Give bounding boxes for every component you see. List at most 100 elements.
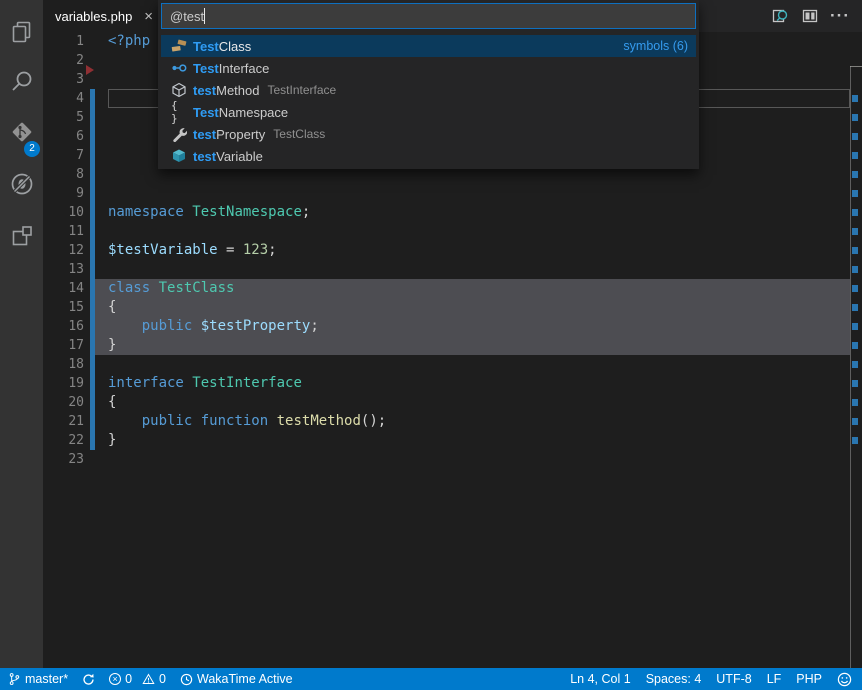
- search-icon: [8, 68, 36, 101]
- overview-ruler[interactable]: [850, 32, 862, 668]
- line-number[interactable]: 20: [43, 393, 84, 412]
- line-number[interactable]: 21: [43, 412, 84, 431]
- line-number[interactable]: 8: [43, 165, 84, 184]
- ruler-modified-mark: [852, 361, 858, 368]
- scrollbar-edge[interactable]: [850, 66, 851, 668]
- code-text: [84, 127, 108, 146]
- line-number[interactable]: 4: [43, 89, 84, 108]
- code-line[interactable]: 23: [43, 450, 862, 469]
- indentation[interactable]: Spaces: 4: [646, 672, 702, 686]
- line-number[interactable]: 18: [43, 355, 84, 374]
- clock-icon: [180, 673, 193, 686]
- eol-sequence[interactable]: LF: [767, 672, 782, 686]
- code-text: $testVariable = 123;: [84, 241, 277, 260]
- code-line[interactable]: 19interface TestInterface: [43, 374, 862, 393]
- line-number[interactable]: 2: [43, 51, 84, 70]
- quick-open-list: TestClasssymbols (6)TestInterfacetestMet…: [161, 35, 696, 167]
- code-line[interactable]: 9: [43, 184, 862, 203]
- code-text: [84, 89, 108, 108]
- line-number[interactable]: 15: [43, 298, 84, 317]
- code-line[interactable]: 20{: [43, 393, 862, 412]
- line-number[interactable]: 23: [43, 450, 84, 469]
- tab-variables-php[interactable]: variables.php ×: [43, 0, 161, 32]
- quick-open-input[interactable]: [161, 3, 696, 29]
- warning-icon: [142, 673, 155, 685]
- error-icon: ×: [109, 673, 121, 685]
- code-line[interactable]: 12$testVariable = 123;: [43, 241, 862, 260]
- line-number[interactable]: 17: [43, 336, 84, 355]
- symbol-detail: TestInterface: [268, 83, 337, 97]
- ruler-modified-mark: [852, 342, 858, 349]
- symbol-label: testProperty: [193, 127, 265, 142]
- ruler-modified-mark: [852, 247, 858, 254]
- line-number[interactable]: 11: [43, 222, 84, 241]
- line-number[interactable]: 10: [43, 203, 84, 222]
- quick-open-item-testnamespace[interactable]: { }TestNamespace: [161, 101, 696, 123]
- code-line[interactable]: 11: [43, 222, 862, 241]
- activity-search[interactable]: [0, 62, 43, 106]
- activity-bar: 2: [0, 0, 43, 668]
- sync-status[interactable]: [82, 673, 95, 686]
- variable-icon: [171, 148, 187, 164]
- quick-open-item-testmethod[interactable]: testMethod TestInterface: [161, 79, 696, 101]
- text-caret: [204, 8, 205, 24]
- ruler-modified-mark: [852, 437, 858, 444]
- scrollbar-slider-top[interactable]: [850, 66, 862, 67]
- line-number[interactable]: 9: [43, 184, 84, 203]
- open-preview-icon[interactable]: [770, 6, 790, 26]
- close-icon[interactable]: ×: [144, 9, 153, 24]
- quick-open-item-testinterface[interactable]: TestInterface: [161, 57, 696, 79]
- line-number[interactable]: 6: [43, 127, 84, 146]
- code-line[interactable]: 16 public $testProperty;: [43, 317, 862, 336]
- code-line[interactable]: 17}: [43, 336, 862, 355]
- line-number[interactable]: 22: [43, 431, 84, 450]
- ruler-modified-mark: [852, 228, 858, 235]
- ruler-modified-mark: [852, 133, 858, 140]
- code-line[interactable]: 10namespace TestNamespace;: [43, 203, 862, 222]
- code-line[interactable]: 14class TestClass: [43, 279, 862, 298]
- line-number[interactable]: 14: [43, 279, 84, 298]
- encoding[interactable]: UTF-8: [716, 672, 751, 686]
- code-text: <?php: [84, 32, 150, 51]
- code-line[interactable]: 13: [43, 260, 862, 279]
- code-line[interactable]: 18: [43, 355, 862, 374]
- line-number[interactable]: 7: [43, 146, 84, 165]
- quick-open-item-testproperty[interactable]: testPropertyTestClass: [161, 123, 696, 145]
- activity-debug[interactable]: [0, 164, 43, 208]
- ruler-modified-mark: [852, 399, 858, 406]
- line-number[interactable]: 1: [43, 32, 84, 51]
- code-line[interactable]: 15{: [43, 298, 862, 317]
- symbols-count-badge: symbols (6): [623, 39, 688, 53]
- split-editor-icon[interactable]: [800, 6, 820, 26]
- line-number[interactable]: 13: [43, 260, 84, 279]
- code-line[interactable]: 22}: [43, 431, 862, 450]
- line-number[interactable]: 19: [43, 374, 84, 393]
- language-mode[interactable]: PHP: [796, 672, 822, 686]
- property-icon: [171, 126, 187, 142]
- line-number[interactable]: 16: [43, 317, 84, 336]
- method-icon: [171, 82, 187, 98]
- cursor-position[interactable]: Ln 4, Col 1: [570, 672, 630, 686]
- feedback-smiley-icon[interactable]: [837, 672, 852, 687]
- quick-open-item-testvariable[interactable]: testVariable: [161, 145, 696, 167]
- wakatime-status[interactable]: WakaTime Active: [180, 672, 293, 686]
- symbol-label: testMethod: [193, 83, 260, 98]
- ruler-modified-mark: [852, 323, 858, 330]
- scm-badge: 2: [24, 141, 40, 157]
- line-number[interactable]: 3: [43, 70, 84, 89]
- problems-status[interactable]: × 0 0: [109, 672, 166, 686]
- editor-actions: ···: [770, 0, 862, 32]
- activity-extensions[interactable]: [0, 216, 43, 260]
- ruler-modified-mark: [852, 209, 858, 216]
- more-actions-icon[interactable]: ···: [830, 6, 850, 26]
- ruler-modified-mark: [852, 114, 858, 121]
- symbol-label: testVariable: [193, 149, 263, 164]
- quick-open-item-testclass[interactable]: TestClasssymbols (6): [161, 35, 696, 57]
- line-number[interactable]: 5: [43, 108, 84, 127]
- code-line[interactable]: 21 public function testMethod();: [43, 412, 862, 431]
- activity-source-control[interactable]: 2: [0, 112, 43, 156]
- code-text: [84, 222, 108, 241]
- git-branch-status[interactable]: master*: [8, 672, 68, 686]
- activity-explorer[interactable]: [0, 12, 43, 56]
- line-number[interactable]: 12: [43, 241, 84, 260]
